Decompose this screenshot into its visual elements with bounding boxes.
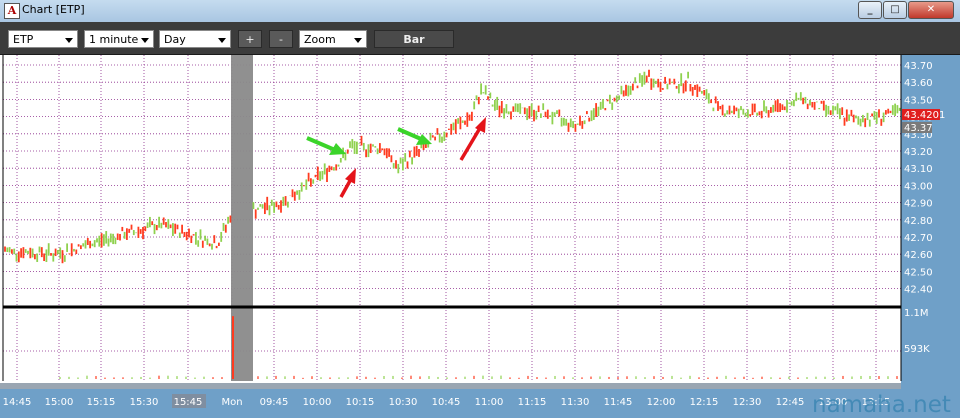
price-tick-label: 42.40 — [904, 285, 933, 296]
chart-toolbar: ETP 1 minute Day + - Zoom Bar — [0, 22, 960, 55]
time-tick-label: 12:15 — [690, 397, 719, 408]
zoom-in-button[interactable]: + — [238, 30, 262, 48]
price-tick-label: 42.70 — [904, 233, 933, 244]
chart-style-button[interactable]: Bar — [374, 30, 454, 48]
time-tick-label: 10:00 — [303, 397, 332, 408]
time-tick-label: 12:00 — [647, 397, 676, 408]
price-tick-label: 43.00 — [904, 181, 933, 192]
chevron-down-icon — [354, 38, 362, 43]
time-tick-label: 12:30 — [733, 397, 762, 408]
chevron-down-icon — [65, 38, 73, 43]
chevron-down-icon — [218, 38, 226, 43]
time-tick-label: 11:45 — [604, 397, 633, 408]
time-axis: 14:45 15:00 15:15 15:30 15:45 Mon 09:45 10:00 10… — [3, 397, 891, 408]
time-tick-label: 11:00 — [475, 397, 504, 408]
title-bar: A Chart [ETP] _ □ ✕ — [0, 0, 960, 23]
interval-value: 1 minute — [89, 33, 139, 46]
price-tick-label: 43.50 — [904, 95, 933, 106]
volume-axis-max: 1.1M — [904, 308, 929, 319]
zoom-value: Zoom — [304, 33, 336, 46]
time-tick-label: Mon — [221, 397, 242, 408]
time-tick-label: 15:30 — [130, 397, 159, 408]
time-tick-label: 14:45 — [3, 397, 32, 408]
time-tick-label: 10:45 — [432, 397, 461, 408]
time-tick-label: 10:30 — [389, 397, 418, 408]
zoom-select[interactable]: Zoom — [299, 30, 367, 48]
price-pane — [3, 55, 901, 307]
price-tick-label: 42.60 — [904, 250, 933, 261]
app-icon: A — [4, 3, 20, 19]
bid-price-label: 43.37 — [904, 123, 933, 134]
price-tick-label: 43.10 — [904, 164, 933, 175]
maximize-button[interactable]: □ — [883, 1, 907, 19]
volume-pane — [3, 309, 901, 381]
period-value: Day — [164, 33, 186, 46]
time-tick-label: 11:15 — [518, 397, 547, 408]
session-gap-band — [231, 55, 253, 381]
period-select[interactable]: Day — [159, 30, 231, 48]
window-title: Chart [ETP] — [22, 3, 85, 16]
price-tick-label: 43.60 — [904, 78, 933, 89]
symbol-value: ETP — [13, 33, 34, 46]
time-tick-label: 11:30 — [561, 397, 590, 408]
zoom-out-button[interactable]: - — [269, 30, 293, 48]
time-tick-label: 15:00 — [45, 397, 74, 408]
price-tick-label: 42.80 — [904, 216, 933, 227]
time-tick-label: 12:45 — [776, 397, 805, 408]
chevron-down-icon — [141, 38, 149, 43]
price-tick-label: 42.90 — [904, 199, 933, 210]
price-tick-label: 42.50 — [904, 267, 933, 278]
time-tick-label: 15:15 — [87, 397, 116, 408]
horizontal-scrollbar[interactable] — [0, 383, 901, 389]
interval-select[interactable]: 1 minute — [84, 30, 154, 48]
volume-axis-mid: 593K — [904, 344, 930, 355]
price-tick-label: 43.20 — [904, 147, 933, 158]
minimize-button[interactable]: _ — [858, 1, 882, 19]
price-tick-label: 43.70 — [904, 61, 933, 72]
close-button[interactable]: ✕ — [908, 1, 954, 19]
price-chart[interactable]: 43.7043.6043.5043.4043.3043.2043.1043.00… — [0, 55, 960, 418]
symbol-select[interactable]: ETP — [8, 30, 78, 48]
time-tick-label: 10:15 — [346, 397, 375, 408]
watermark: namaha.net — [812, 392, 951, 418]
time-tick-label: 09:45 — [260, 397, 289, 408]
last-price-label: 43.4201 — [904, 110, 945, 121]
time-tick-label: 15:45 — [174, 397, 203, 408]
